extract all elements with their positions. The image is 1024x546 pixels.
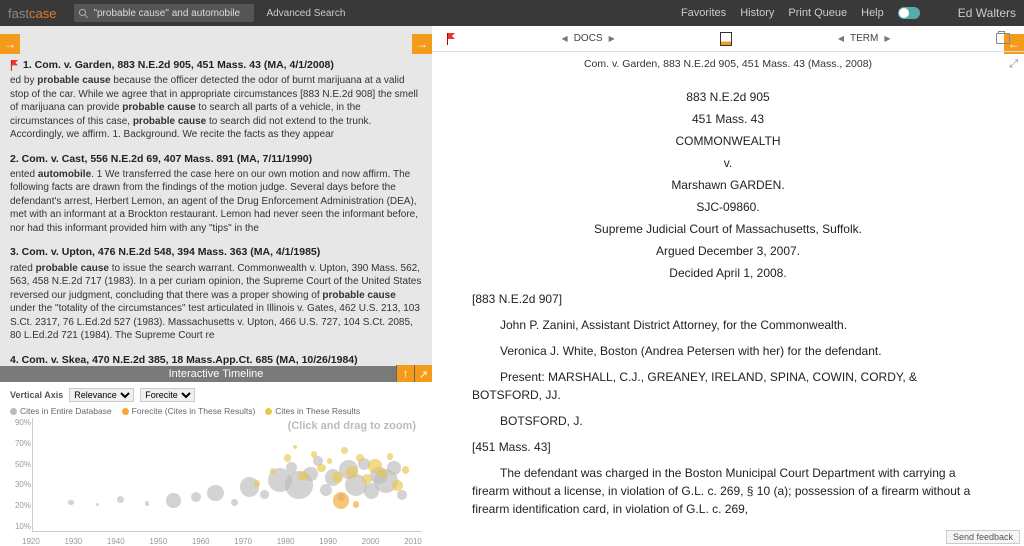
result-title[interactable]: 4. Com. v. Skea, 470 N.E.2d 385, 18 Mass… xyxy=(10,353,422,366)
docs-pager[interactable]: ◀DOCS▶ xyxy=(562,33,615,44)
folder-icon[interactable] xyxy=(996,33,1010,44)
user-name[interactable]: Ed Walters xyxy=(958,6,1016,20)
chart-bubble[interactable] xyxy=(353,501,360,508)
argued: Argued December 3, 2007. xyxy=(472,242,984,260)
advanced-search-link[interactable]: Advanced Search xyxy=(266,8,345,19)
versus: v. xyxy=(472,154,984,172)
chart-bubble[interactable] xyxy=(166,493,180,507)
timeline-header: Interactive Timeline ↑ ↗ xyxy=(0,366,432,382)
vertical-axis-label: Vertical Axis xyxy=(10,390,63,400)
counsel-1: John P. Zanini, Assistant District Attor… xyxy=(472,316,984,334)
chart-legend: Cites in Entire Database Forecite (Cites… xyxy=(10,406,422,416)
term-pager[interactable]: ◀TERM▶ xyxy=(838,33,891,44)
party-2: Marshawn GARDEN. xyxy=(472,176,984,194)
chart-bubble[interactable] xyxy=(327,458,333,464)
timeline-title: Interactive Timeline xyxy=(169,368,264,380)
chart-bubble[interactable] xyxy=(402,466,410,474)
chart-bubble[interactable] xyxy=(117,496,125,504)
timeline-chart[interactable]: (Click and drag to zoom) 90%70%50%30%20%… xyxy=(32,418,422,532)
chart-bubble[interactable] xyxy=(317,464,326,473)
result-snippet: ed by probable cause because the officer… xyxy=(10,74,422,142)
chart-bubble[interactable] xyxy=(397,490,407,500)
search-input[interactable] xyxy=(89,8,250,19)
nav-favorites[interactable]: Favorites xyxy=(681,7,726,19)
chart-bubble[interactable] xyxy=(145,501,149,505)
top-bar: fastcase Advanced Search Favorites Histo… xyxy=(0,0,1024,26)
result-item[interactable]: 2. Com. v. Cast, 556 N.E.2d 69, 407 Mass… xyxy=(10,152,422,236)
cite-1: 883 N.E.2d 905 xyxy=(472,88,984,106)
chart-bubble[interactable] xyxy=(387,453,394,460)
logo[interactable]: fastcase xyxy=(8,6,56,21)
expand-icon[interactable]: ⤢ xyxy=(1009,58,1018,71)
counsel-2: Veronica J. White, Boston (Andrea Peters… xyxy=(472,342,984,360)
court: Supreme Judicial Court of Massachusetts,… xyxy=(472,220,984,238)
panel: Present: MARSHALL, C.J., GREANEY, IRELAN… xyxy=(472,368,984,404)
cite-2: 451 Mass. 43 xyxy=(472,110,984,128)
theme-toggle[interactable] xyxy=(898,7,920,19)
axis-select[interactable]: Relevance xyxy=(69,388,134,402)
nav-print-queue[interactable]: Print Queue xyxy=(788,7,847,19)
timeline-up-button[interactable]: ↑ xyxy=(396,365,414,383)
chart-bubble[interactable] xyxy=(96,503,99,506)
page-ref-1: [883 N.E.2d 907] xyxy=(472,290,984,308)
results-list[interactable]: 1. Com. v. Garden, 883 N.E.2d 905, 451 M… xyxy=(0,26,432,366)
search-box[interactable] xyxy=(74,4,254,22)
flag-icon xyxy=(10,60,19,70)
page-ref-2: [451 Mass. 43] xyxy=(472,438,984,456)
result-snippet: ented automobile. 1 We transferred the c… xyxy=(10,168,422,236)
result-snippet: rated probable cause to issue the search… xyxy=(10,262,422,343)
chart-bubble[interactable] xyxy=(68,500,74,506)
document-toolbar: ◀DOCS▶ ◀TERM▶ xyxy=(432,26,1024,52)
result-item[interactable]: 1. Com. v. Garden, 883 N.E.2d 905, 451 M… xyxy=(10,58,422,142)
chart-bubble[interactable] xyxy=(392,480,403,491)
forecite-select[interactable]: Forecite xyxy=(140,388,195,402)
chart-bubble[interactable] xyxy=(207,485,224,502)
chart-bubble[interactable] xyxy=(332,472,343,483)
party-1: COMMONWEALTH xyxy=(472,132,984,150)
chart-bubble[interactable] xyxy=(356,454,364,462)
flag-icon[interactable] xyxy=(446,33,456,45)
result-title[interactable]: 1. Com. v. Garden, 883 N.E.2d 905, 451 M… xyxy=(10,58,422,72)
result-item[interactable]: 4. Com. v. Skea, 470 N.E.2d 385, 18 Mass… xyxy=(10,353,422,366)
decided: Decided April 1, 2008. xyxy=(472,264,984,282)
results-back-button[interactable]: → xyxy=(0,34,20,54)
result-item[interactable]: 3. Com. v. Upton, 476 N.E.2d 548, 394 Ma… xyxy=(10,245,422,342)
chart-bubble[interactable] xyxy=(320,484,332,496)
results-forward-button[interactable]: → xyxy=(412,34,432,54)
case-title: Com. v. Garden, 883 N.E.2d 905, 451 Mass… xyxy=(584,58,872,70)
chart-bubble[interactable] xyxy=(231,499,238,506)
chart-bubble[interactable] xyxy=(191,492,201,502)
chart-watermark: (Click and drag to zoom) xyxy=(288,420,416,432)
document-panel: ← ◀DOCS▶ ◀TERM▶ Com. v. Garden, 883 N.E.… xyxy=(432,26,1024,546)
chart-bubble[interactable] xyxy=(298,471,308,481)
result-title[interactable]: 3. Com. v. Upton, 476 N.E.2d 548, 394 Ma… xyxy=(10,245,422,259)
author: BOTSFORD, J. xyxy=(472,412,984,430)
chart-bubble[interactable] xyxy=(270,468,276,474)
chart-bubble[interactable] xyxy=(346,466,358,478)
chart-bubble[interactable] xyxy=(260,490,269,499)
search-icon xyxy=(78,8,89,19)
opinion-para: The defendant was charged in the Boston … xyxy=(472,464,984,518)
results-panel: → → 1. Com. v. Garden, 883 N.E.2d 905, 4… xyxy=(0,26,432,546)
book-icon[interactable] xyxy=(720,32,732,46)
chart-bubble[interactable] xyxy=(387,461,400,474)
chart-bubble[interactable] xyxy=(254,480,261,487)
nav-history[interactable]: History xyxy=(740,7,774,19)
chart-bubble[interactable] xyxy=(284,454,292,462)
document-body[interactable]: 883 N.E.2d 905 451 Mass. 43 COMMONWEALTH… xyxy=(432,76,1024,546)
chart-bubble[interactable] xyxy=(341,447,348,454)
case-header: Com. v. Garden, 883 N.E.2d 905, 451 Mass… xyxy=(432,52,1024,76)
result-title[interactable]: 2. Com. v. Cast, 556 N.E.2d 69, 407 Mass… xyxy=(10,152,422,166)
chart-bubble[interactable] xyxy=(378,469,387,478)
chart-bubble[interactable] xyxy=(293,445,297,449)
docket: SJC-09860. xyxy=(472,198,984,216)
chart-bubble[interactable] xyxy=(333,492,350,509)
timeline-panel: Vertical Axis Relevance Forecite Cites i… xyxy=(0,382,432,546)
nav-help[interactable]: Help xyxy=(861,7,884,19)
timeline-expand-button[interactable]: ↗ xyxy=(414,365,432,383)
send-feedback-button[interactable]: Send feedback xyxy=(946,530,1020,544)
